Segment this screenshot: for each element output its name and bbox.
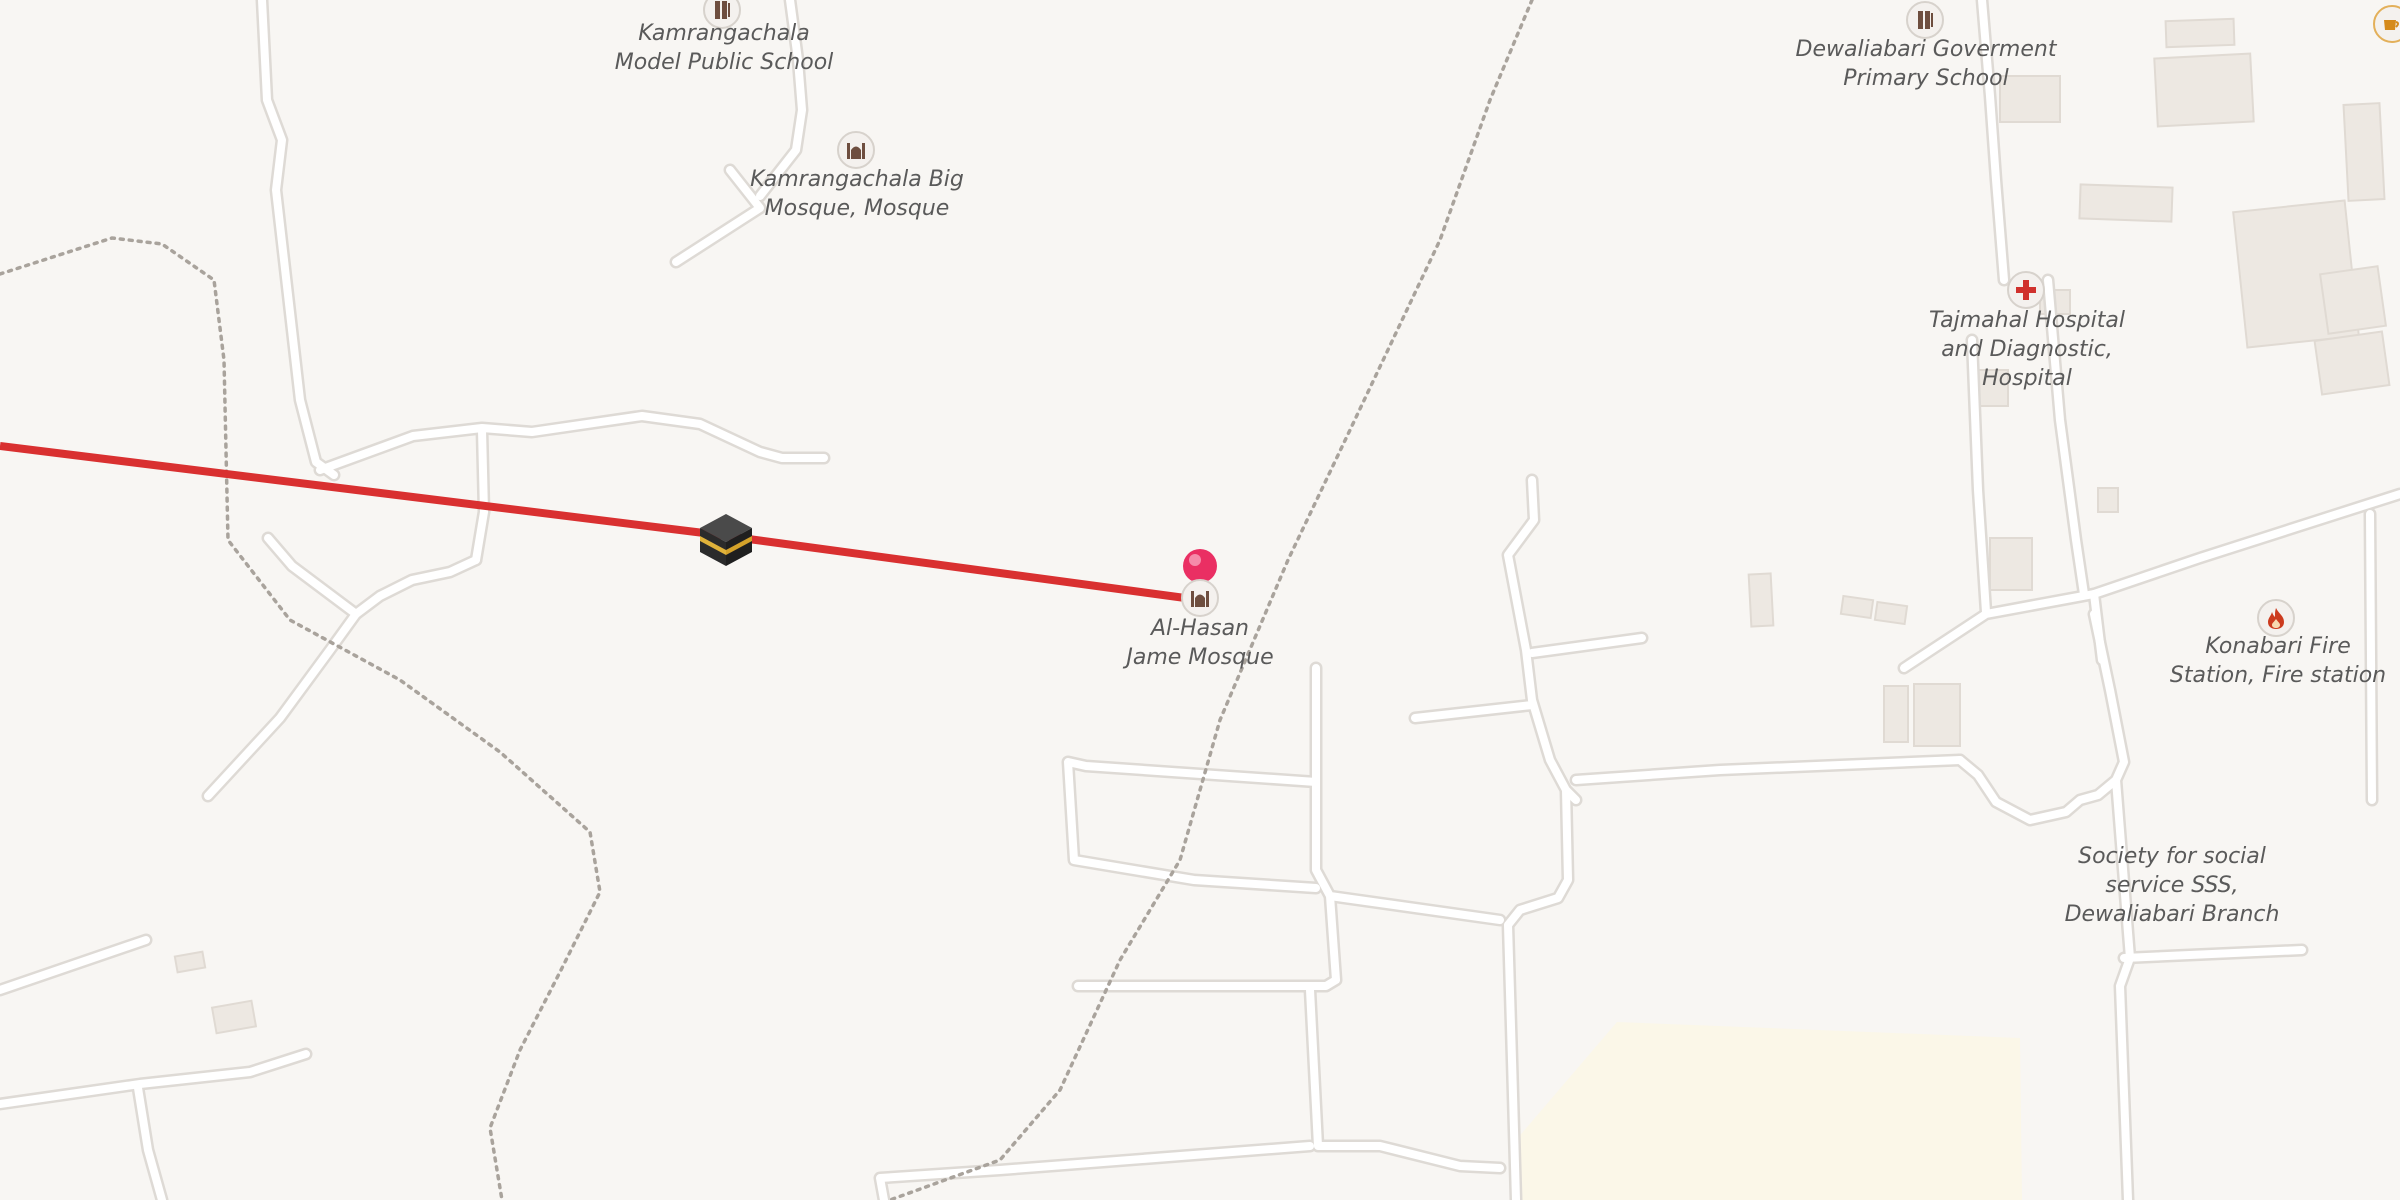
kaaba-icon[interactable] — [700, 514, 752, 566]
poi-label-kamrangachala-school[interactable]: Kamrangachala Model Public School — [615, 19, 834, 77]
poi-label-alhasan-mosque[interactable]: Al-Hasan Jame Mosque — [1126, 614, 1273, 672]
mosque-icon[interactable] — [837, 131, 875, 169]
landuse-area — [1513, 1022, 2022, 1200]
map-canvas[interactable]: Kamrangachala Model Public School Kamrang… — [0, 0, 2400, 1200]
route-line — [0, 442, 1201, 604]
poi-label-dewaliabari-school[interactable]: Dewaliabari Goverment Primary School — [1796, 35, 2057, 93]
school-icon[interactable] — [1906, 1, 1944, 39]
poi-label-tajmahal-hospital[interactable]: Tajmahal Hospital and Diagnostic, Hospital — [1929, 306, 2125, 393]
hospital-icon[interactable] — [2007, 271, 2045, 309]
poi-label-society-sss[interactable]: Society for social service SSS, Dewaliabar… — [2065, 842, 2280, 929]
poi-label-konabari-fire-station[interactable]: Konabari Fire Station, Fire station — [2170, 632, 2386, 690]
mosque-icon[interactable] — [1181, 579, 1219, 617]
poi-label-kamrangachala-mosque[interactable]: Kamrangachala Big Mosque, Mosque — [750, 165, 964, 223]
